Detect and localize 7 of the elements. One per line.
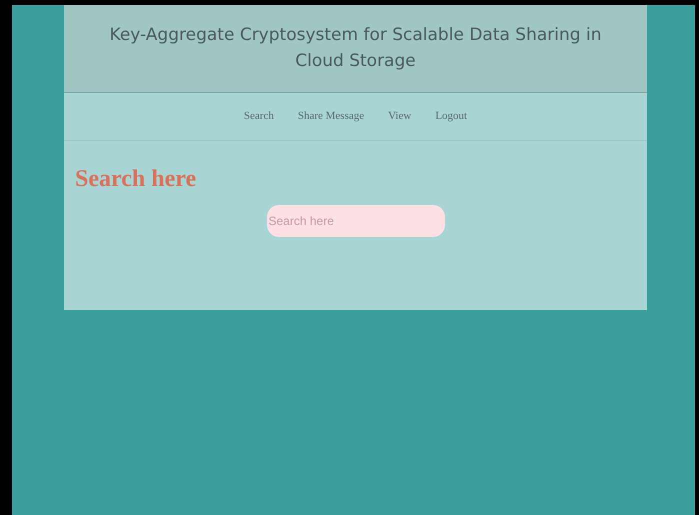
page-heading: Search here: [75, 165, 198, 194]
site-title: Key-Aggregate Cryptosystem for Scalable Data Sharing in Cloud Storage: [108, 24, 602, 72]
nav-link[interactable]: Share Message: [298, 108, 364, 125]
nav-link[interactable]: View: [388, 108, 412, 125]
search-field[interactable]: Search here: [266, 205, 444, 237]
nav-link[interactable]: Logout: [435, 108, 468, 125]
nav-link[interactable]: Search: [244, 108, 274, 125]
